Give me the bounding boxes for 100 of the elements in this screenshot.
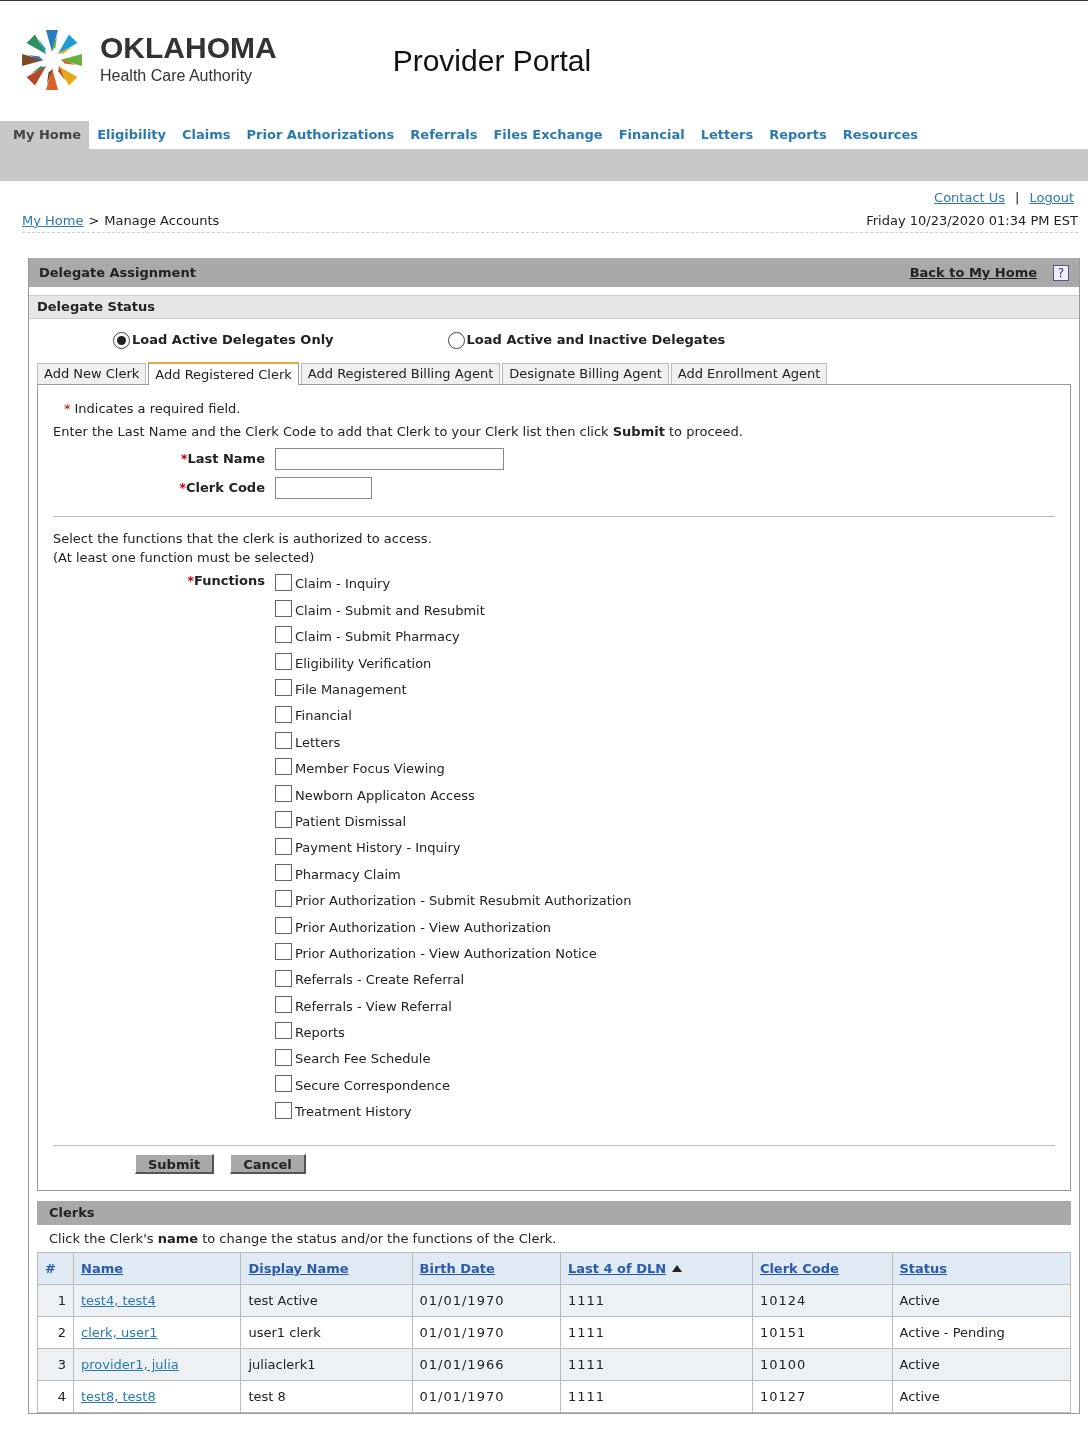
table-cell: 1 [57,1292,66,1308]
checkbox[interactable] [275,679,292,697]
required-mark: * [187,572,194,590]
radio-button[interactable] [113,331,130,349]
cancel-button[interactable]: Cancel [230,1154,306,1175]
checkbox[interactable] [275,1048,292,1066]
tab[interactable]: Add Registered Billing Agent [300,363,501,384]
checkbox[interactable] [275,652,292,670]
table-cell: Active - Pending [899,1324,1005,1340]
clerk-code-field[interactable] [275,476,372,499]
column-header[interactable]: Last 4 of DLN [567,1258,667,1279]
column-header[interactable]: Status [899,1258,948,1279]
function-label: Search Fee Schedule [295,1050,431,1069]
nav-tab[interactable]: Resources [834,121,927,149]
nav-tab[interactable]: Letters [692,121,762,149]
checkbox[interactable] [275,758,292,776]
column-header[interactable]: Display Name [248,1258,349,1279]
function-label: Secure Correspondence [295,1076,450,1095]
column-header[interactable]: Birth Date [419,1258,495,1279]
submit-button[interactable]: Submit [135,1154,215,1175]
checkbox[interactable] [275,600,292,618]
table-cell: 1111 [567,1388,606,1404]
nav-tab[interactable]: Prior Authorizations [238,121,403,149]
nav-tab[interactable]: Files Exchange [485,121,611,149]
breadcrumb-separator: > [88,211,100,230]
org-subtitle: Health Care Authority [100,66,254,86]
date-time: Friday 10/23/2020 01:34 PM EST [866,211,1078,230]
checkbox[interactable] [275,573,292,591]
function-label: Eligibility Verification [295,654,432,673]
field-label: Last Name [187,449,265,468]
table-cell: Active [899,1292,940,1308]
function-label: Prior Authorization - View Authorization [295,918,552,937]
checkbox[interactable] [275,995,292,1013]
table-cell: 01/01/1970 [419,1388,505,1404]
table-cell: user1 clerk [248,1324,321,1340]
tab[interactable]: Designate Billing Agent [502,363,669,384]
nav-tab[interactable]: Eligibility [89,121,175,149]
checkbox[interactable] [275,969,292,987]
checkbox[interactable] [275,890,292,908]
instructions-text: Enter the Last Name and the Clerk Code to add that Clerk to your Clerk list then click Submit to proceed. [53,423,744,441]
table-cell: Active [899,1356,940,1372]
nav-tab[interactable]: Claims [174,121,239,149]
tab[interactable]: Add Enrollment Agent [670,363,828,384]
checkbox[interactable] [275,784,292,802]
section-title: Delegate Status [37,298,156,317]
checkbox[interactable] [275,916,292,934]
table-cell: 3 [57,1356,66,1372]
breadcrumb-home-link[interactable]: My Home [22,210,84,231]
checkbox[interactable] [275,864,292,881]
table-cell: test 8 [248,1388,286,1404]
function-label: Payment History - Inquiry [295,839,461,858]
table-cell: 2 [57,1324,66,1340]
functions-intro-text: Select the functions that the clerk is authorized to access. [53,530,433,548]
checkbox[interactable] [275,732,292,750]
function-label: Referrals - View Referral [295,997,452,1016]
table-cell: 10124 [759,1292,807,1308]
last-name-field[interactable] [275,447,504,470]
function-label: Financial [295,707,352,726]
help-button[interactable]: ? [1053,264,1069,281]
column-header[interactable]: Clerk Code [759,1258,839,1279]
function-label: Prior Authorization - Submit Resubmit Authorization [295,892,632,911]
nav-tab[interactable]: Financial [610,121,693,149]
tab[interactable]: Add New Clerk [37,363,147,384]
checkbox[interactable] [275,1101,292,1119]
checkbox[interactable] [275,626,292,644]
radio-label: Load Active Delegates Only [132,331,334,350]
field-label: Clerk Code [186,478,265,497]
required-mark: * [180,449,188,468]
radio-label: Load Active and Inactive Delegates [466,331,726,350]
required-mark: * [179,478,186,497]
function-label: Reports [295,1024,345,1043]
table-cell: 4 [57,1388,66,1404]
checkbox[interactable] [275,837,292,855]
table-cell: 1111 [567,1324,606,1340]
checkbox[interactable] [275,811,292,829]
function-label: Member Focus Viewing [295,760,445,779]
checkbox[interactable] [275,943,292,961]
nav-tab[interactable]: My Home [0,121,90,149]
logout-link[interactable]: Logout [1029,188,1074,208]
table-cell: 01/01/1970 [419,1292,505,1308]
function-label: Claim - Submit and Resubmit [295,601,485,620]
table-cell: 10127 [759,1388,807,1404]
function-label: Newborn Applicaton Access [295,786,475,805]
function-label: Claim - Submit Pharmacy [295,628,460,647]
checkbox[interactable] [275,1022,292,1040]
column-header: # [45,1259,56,1278]
checkbox[interactable] [275,1075,292,1093]
radio-button[interactable] [447,331,465,349]
table-cell: 1111 [567,1292,606,1308]
contact-us-link[interactable]: Contact Us [934,188,1006,208]
checkbox[interactable] [275,705,292,723]
column-header[interactable]: Name [81,1258,123,1279]
function-label: File Management [295,681,407,699]
clerks-hint-text: Click the Clerk's name to change the status and/or the functions of the Clerk. [48,1230,558,1249]
back-to-home-link[interactable]: Back to My Home [909,262,1037,283]
table-cell: 01/01/1970 [419,1324,505,1340]
table-cell: test Active [248,1292,318,1308]
nav-tab[interactable]: Reports [761,121,835,149]
nav-tab[interactable]: Referrals [402,121,486,149]
tab[interactable]: Add Registered Clerk [148,362,299,385]
